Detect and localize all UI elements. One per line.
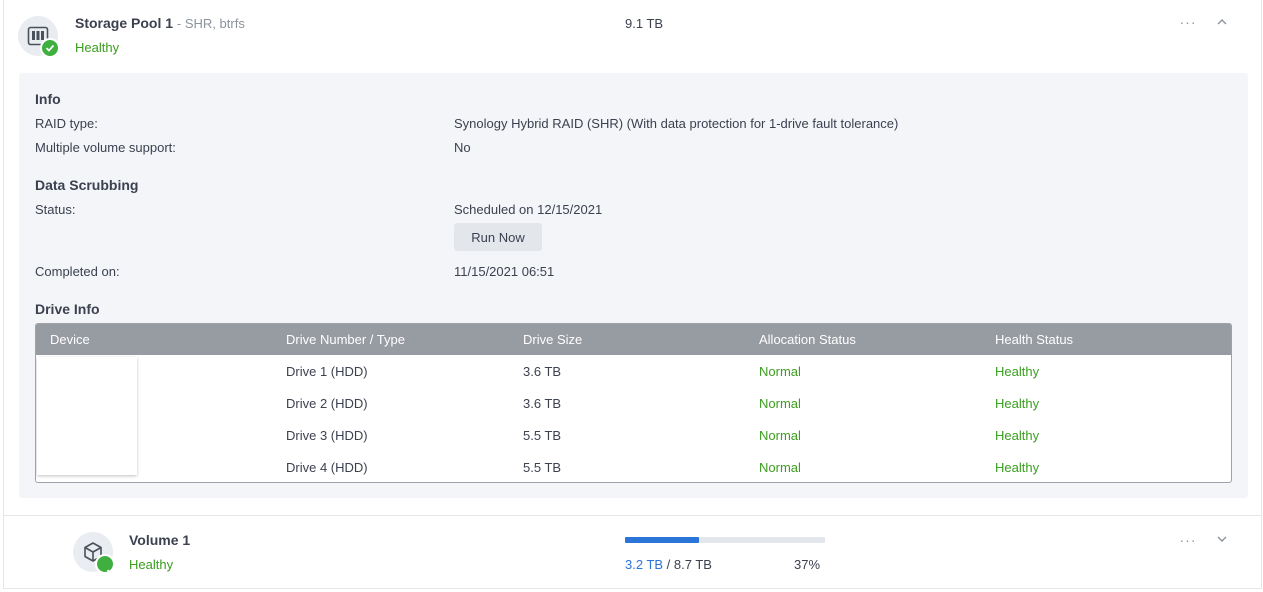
volume-cube-icon [73,532,116,574]
volume-usage-fill [625,537,699,543]
column-health-status[interactable]: Health Status [995,332,1073,347]
pool-subtitle: - SHR, btrfs [176,16,245,31]
pool-status: Healthy [75,40,120,55]
drive-size: 3.6 TB [523,364,562,379]
volume-more-icon[interactable]: ··· [1178,533,1198,549]
storage-pool-icon [18,16,60,58]
drive-size: 5.5 TB [523,460,562,475]
drive-number: Drive 1 (HDD) [286,364,368,379]
volume-status: Healthy [129,557,174,572]
column-allocation-status[interactable]: Allocation Status [759,332,856,347]
table-row[interactable]: Drive 2 (HDD) 3.6 TB Normal Healthy [36,388,1231,420]
volume-total: 8.7 TB [673,557,712,572]
volume-usage: 3.2 TB / 8.7 TB [625,557,712,572]
pool-more-icon[interactable]: ··· [1178,15,1198,31]
column-device[interactable]: Device [50,332,90,347]
health-status: Healthy [995,364,1040,379]
table-header: Device Drive Number / Type Drive Size Al… [36,324,1231,355]
volume-percent: 37% [794,557,821,572]
table-row[interactable]: Drive 3 (HDD) 5.5 TB Normal Healthy [36,420,1231,452]
drive-size: 3.6 TB [523,396,562,411]
volume-used: 3.2 TB [625,557,664,572]
drive-info-heading: Drive Info [35,301,100,317]
check-badge-icon [95,554,116,574]
column-drive-number[interactable]: Drive Number / Type [286,332,405,347]
divider [4,515,1262,516]
chevron-down-icon[interactable] [1215,532,1231,548]
drive-size: 5.5 TB [523,428,562,443]
allocation-status: Normal [759,460,801,475]
completed-label: Completed on: [35,264,120,279]
multi-volume-value: No [454,140,471,155]
pool-title: Storage Pool 1 - SHR, btrfs [75,15,245,31]
run-now-button[interactable]: Run Now [454,223,542,251]
health-status: Healthy [995,396,1040,411]
health-status: Healthy [995,460,1040,475]
volume-separator: / [663,557,674,572]
check-badge-icon [40,38,60,58]
drive-number: Drive 3 (HDD) [286,428,368,443]
raid-type-value: Synology Hybrid RAID (SHR) (With data pr… [454,116,899,131]
chevron-up-icon[interactable] [1215,15,1231,31]
allocation-status: Normal [759,364,801,379]
volume-usage-bar [625,537,825,543]
raid-type-label: RAID type: [35,116,98,131]
allocation-status: Normal [759,428,801,443]
allocation-status: Normal [759,396,801,411]
table-row[interactable]: Drive 1 (HDD) 3.6 TB Normal Healthy [36,356,1231,388]
table-row[interactable]: Drive 4 (HDD) 5.5 TB Normal Healthy [36,452,1231,482]
column-drive-size[interactable]: Drive Size [523,332,582,347]
scrubbing-status-value: Scheduled on 12/15/2021 [454,202,603,217]
pool-size: 9.1 TB [625,16,664,31]
info-heading: Info [35,91,61,107]
drive-number: Drive 4 (HDD) [286,460,368,475]
scrubbing-heading: Data Scrubbing [35,177,139,193]
multi-volume-label: Multiple volume support: [35,140,176,155]
volume-title: Volume 1 [129,532,191,548]
pool-name: Storage Pool 1 [75,15,174,31]
scrubbing-status-label: Status: [35,202,76,217]
health-status: Healthy [995,428,1040,443]
completed-value: 11/15/2021 06:51 [454,264,555,279]
drive-table: Device Drive Number / Type Drive Size Al… [35,323,1232,483]
drive-number: Drive 2 (HDD) [286,396,368,411]
